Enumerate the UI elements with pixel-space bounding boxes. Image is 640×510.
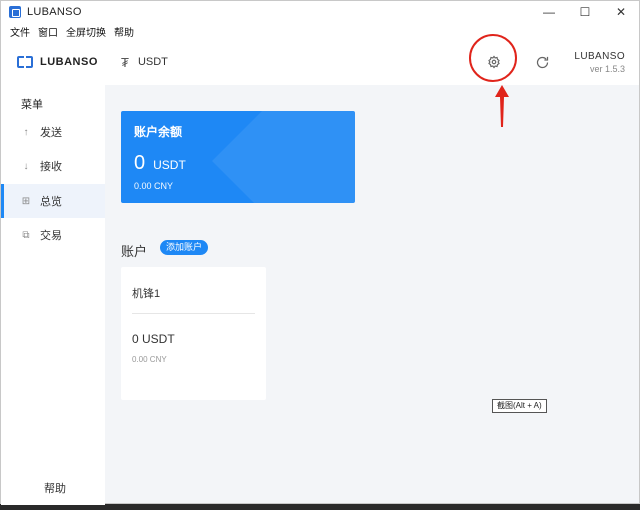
card-decoration xyxy=(212,111,355,203)
account-card[interactable]: 机锋1 0 USDT 0.00 CNY xyxy=(121,267,266,400)
currency-label: USDT xyxy=(137,56,168,68)
logo: LUBANSO xyxy=(17,56,111,68)
sidebar-item-send[interactable]: ↑ 发送 xyxy=(1,115,105,149)
tether-icon: ₮ xyxy=(121,54,129,70)
screenshot-tooltip: 截图(Alt + A) xyxy=(492,399,547,413)
add-account-button[interactable]: 添加账户 xyxy=(160,240,209,255)
account-amount: 0 USDT xyxy=(132,332,175,346)
menu-file[interactable]: 文件 xyxy=(10,24,30,39)
minimize-button[interactable]: — xyxy=(531,1,567,23)
account-name: 机锋1 xyxy=(132,288,161,300)
accounts-title: 账户 xyxy=(121,244,148,259)
sidebar-item-label: 接收 xyxy=(40,161,62,173)
window-controls: — ☐ ✕ xyxy=(531,1,639,23)
menu-fullscreen[interactable]: 全屏切换 xyxy=(66,24,106,39)
sidebar: 菜单 ↑ 发送 ↓ 接收 ⊞ 总览 ⧉ 交易 帮助 xyxy=(1,85,105,505)
brand-name: LUBANSO xyxy=(574,50,625,62)
account-cny: 0.00 CNY xyxy=(132,355,167,364)
app-header: LUBANSO ₮ USDT LUBANSO ver 1.5.3 xyxy=(1,34,639,85)
app-icon xyxy=(9,6,21,18)
sidebar-item-label: 总览 xyxy=(40,196,62,208)
logo-icon xyxy=(17,56,33,68)
settings-button[interactable] xyxy=(469,34,518,82)
currency-selector[interactable]: ₮ USDT xyxy=(121,55,168,70)
receive-icon: ↓ xyxy=(23,160,29,172)
brand-info: LUBANSO ver 1.5.3 xyxy=(574,51,625,74)
sidebar-item-label: 发送 xyxy=(40,127,62,139)
balance-unit: USDT xyxy=(153,158,186,172)
balance-value: 0 xyxy=(134,152,146,174)
transactions-icon: ⧉ xyxy=(22,229,30,241)
sidebar-title: 菜单 xyxy=(21,99,43,111)
refresh-icon[interactable] xyxy=(532,52,552,72)
divider xyxy=(132,313,255,314)
help-link[interactable]: 帮助 xyxy=(44,480,66,496)
balance-amount: 0 USDT xyxy=(134,152,186,175)
menu-window[interactable]: 窗口 xyxy=(38,24,58,39)
app-window: LUBANSO — ☐ ✕ 文件 窗口 全屏切换 帮助 LUBANSO ₮ US… xyxy=(0,0,640,505)
close-button[interactable]: ✕ xyxy=(603,1,639,23)
logo-text: LUBANSO xyxy=(40,56,98,68)
balance-card: 账户余额 0 USDT 0.00 CNY xyxy=(121,111,355,203)
send-icon: ↑ xyxy=(23,126,29,138)
sidebar-item-label: 交易 xyxy=(40,230,62,242)
annotation-circle xyxy=(469,34,518,82)
menu-help[interactable]: 帮助 xyxy=(114,24,134,39)
sidebar-item-receive[interactable]: ↓ 接收 xyxy=(1,149,105,183)
overview-icon: ⊞ xyxy=(21,195,31,207)
sidebar-item-overview[interactable]: ⊞ 总览 xyxy=(1,184,105,218)
title-bar: LUBANSO — ☐ ✕ xyxy=(1,1,639,23)
version-label: ver 1.5.3 xyxy=(589,63,625,74)
header-actions: LUBANSO ver 1.5.3 xyxy=(469,34,639,82)
maximize-button[interactable]: ☐ xyxy=(567,1,603,23)
balance-cny: 0.00 CNY xyxy=(134,181,174,191)
balance-title: 账户余额 xyxy=(134,125,183,139)
menu-bar: 文件 窗口 全屏切换 帮助 xyxy=(1,23,639,39)
sidebar-item-transactions[interactable]: ⧉ 交易 xyxy=(1,218,105,252)
window-title: LUBANSO xyxy=(27,6,82,18)
annotation-arrow xyxy=(495,85,509,127)
